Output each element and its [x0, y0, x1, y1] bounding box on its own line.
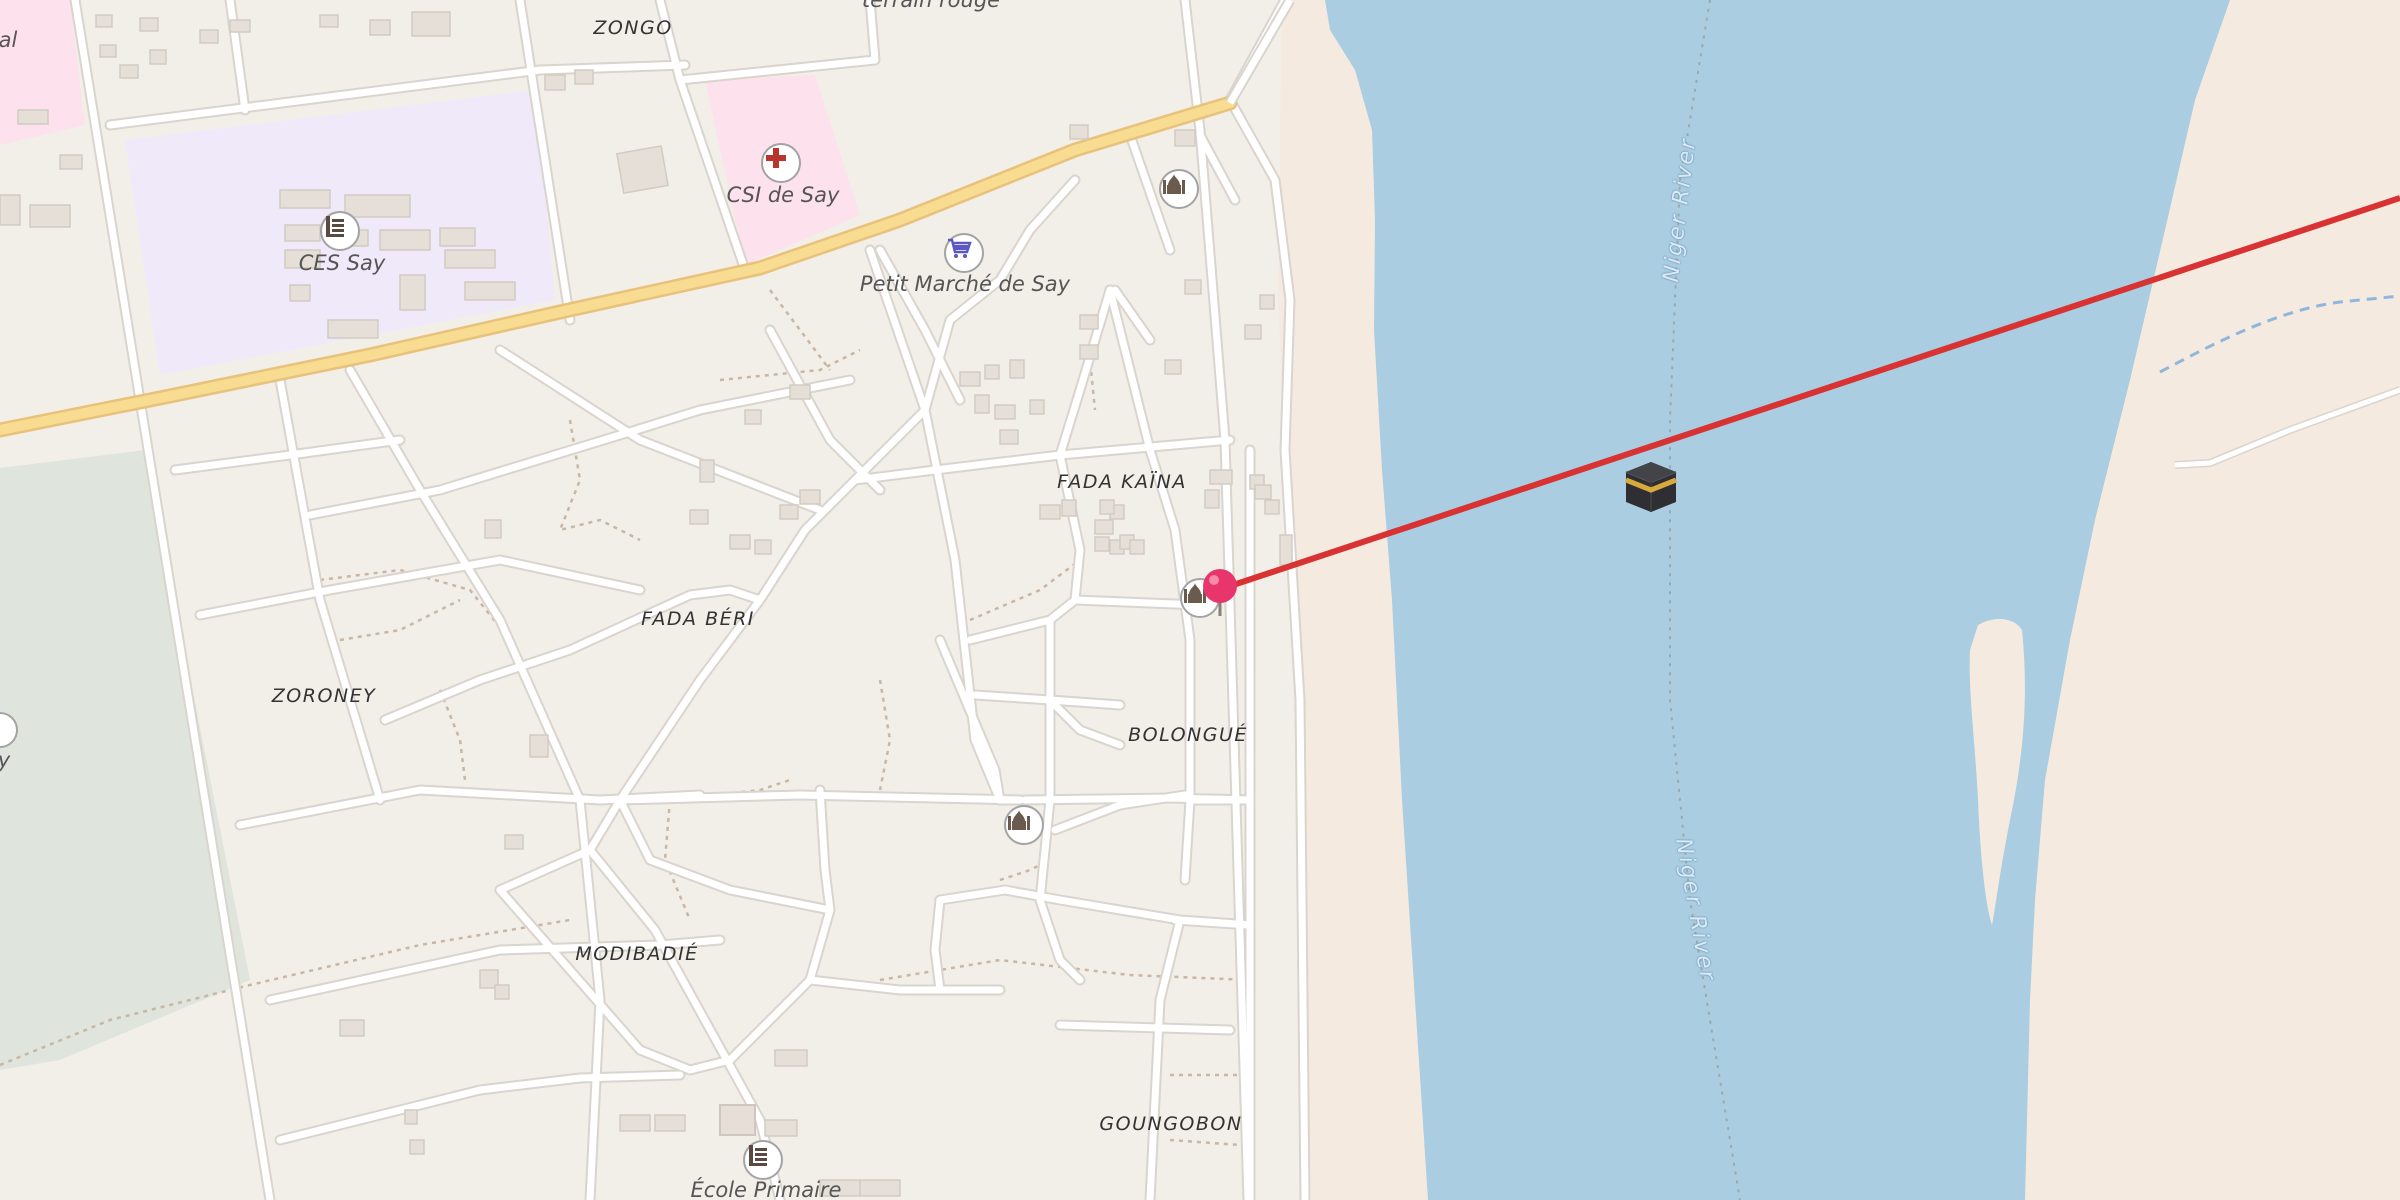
- mosque-icon[interactable]: [1159, 169, 1199, 209]
- place-label-zongo: ZONGO: [593, 17, 673, 39]
- place-label-fada-beri: FADA BÉRI: [641, 608, 755, 630]
- poi-label-ces[interactable]: CES Say: [299, 251, 386, 275]
- school-icon[interactable]: [320, 211, 360, 251]
- school-icon[interactable]: [743, 1140, 783, 1180]
- shopping-cart-icon[interactable]: [944, 233, 984, 273]
- place-label-goungobon: GOUNGOBON: [1099, 1113, 1243, 1135]
- place-label-modibadie: MODIBADIÉ: [575, 943, 699, 965]
- poi-label-terrain[interactable]: terrain rouge: [862, 0, 1000, 12]
- hospital-cross-icon[interactable]: [761, 143, 801, 183]
- map-canvas[interactable]: ZONGO FADA KAÏNA FADA BÉRI ZORONEY BOLON…: [0, 0, 2400, 1200]
- school-building: [719, 1104, 756, 1136]
- poi-label-market[interactable]: Petit Marché de Say: [860, 272, 1070, 296]
- place-label-bolongue: BOLONGUÉ: [1128, 724, 1248, 746]
- poi-label-edge-left-mid: y: [0, 748, 10, 772]
- poi-label-ecole[interactable]: École Primaire: [691, 1178, 842, 1200]
- place-label-zoroney: ZORONEY: [271, 685, 377, 707]
- mosque-icon[interactable]: [1004, 805, 1044, 845]
- place-label-fada-kaina: FADA KAÏNA: [1057, 471, 1187, 493]
- poi-label-csi[interactable]: CSI de Say: [727, 183, 840, 207]
- poi-label-edge-left-top: al: [0, 28, 18, 52]
